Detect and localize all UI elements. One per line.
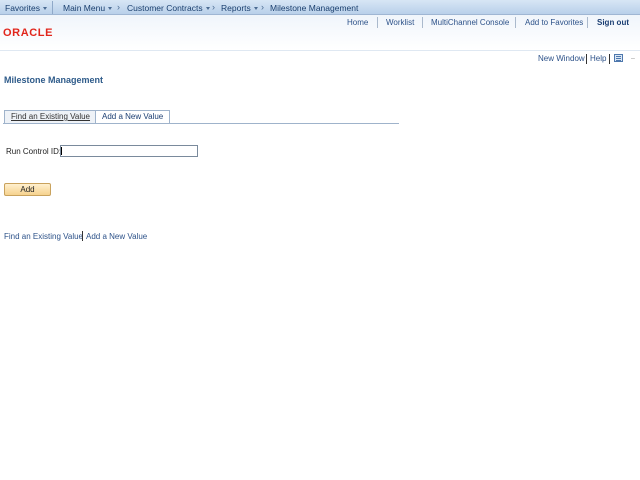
breadcrumb-milestone-management[interactable]: Milestone Management (270, 3, 358, 13)
tab-underline (3, 123, 399, 124)
sign-out-link[interactable]: Sign out (597, 18, 629, 27)
utility-divider (586, 54, 587, 64)
new-window-link[interactable]: New Window (538, 54, 585, 63)
run-control-id-input[interactable] (60, 145, 198, 157)
multichannel-console-link[interactable]: MultiChannel Console (431, 18, 509, 27)
top-navigation-bar: Favorites Main Menu › Customer Contracts… (0, 0, 640, 15)
main-menu-label: Main Menu (63, 3, 106, 13)
tab-label: Find an Existing Value (11, 112, 91, 121)
tab-add-new-value[interactable]: Add a New Value (95, 110, 171, 123)
breadcrumb-label: Reports (221, 3, 251, 13)
worklist-link[interactable]: Worklist (386, 18, 414, 27)
header-divider (377, 17, 378, 28)
chevron-right-icon: › (212, 2, 215, 12)
home-link[interactable]: Home (347, 18, 368, 27)
favorites-label: Favorites (5, 3, 40, 13)
breadcrumb-label: Milestone Management (270, 3, 359, 13)
breadcrumb-customer-contracts[interactable]: Customer Contracts (127, 3, 210, 13)
chevron-right-icon: › (117, 2, 120, 12)
customize-page-icon[interactable] (614, 54, 623, 62)
page-title: Milestone Management (4, 75, 104, 85)
page-header: ORACLE Home Worklist MultiChannel Consol… (0, 15, 640, 51)
link-divider (82, 231, 83, 241)
tab-find-existing-value[interactable]: Find an Existing Value (4, 110, 98, 123)
add-button[interactable]: Add (4, 183, 51, 196)
breadcrumb-label: Customer Contracts (127, 3, 203, 13)
text-cursor (61, 147, 62, 155)
utility-divider (609, 54, 610, 64)
main-menu[interactable]: Main Menu (63, 3, 113, 13)
chevron-down-icon (42, 7, 47, 10)
collapse-icon[interactable]: – (631, 55, 635, 62)
chevron-down-icon (253, 7, 258, 10)
add-new-value-link[interactable]: Add a New Value (86, 232, 147, 241)
chevron-down-icon (108, 7, 113, 10)
tab-label: Add a New Value (102, 112, 164, 121)
header-divider (587, 17, 588, 28)
favorites-menu[interactable]: Favorites (5, 3, 47, 13)
nav-divider (52, 1, 53, 14)
chevron-down-icon (205, 7, 210, 10)
breadcrumb-reports[interactable]: Reports (221, 3, 258, 13)
help-link[interactable]: Help (590, 54, 606, 63)
find-existing-value-link[interactable]: Find an Existing Value (4, 232, 83, 241)
header-divider (422, 17, 423, 28)
add-to-favorites-link[interactable]: Add to Favorites (525, 18, 583, 27)
chevron-right-icon: › (261, 2, 264, 12)
header-divider (515, 17, 516, 28)
oracle-logo: ORACLE (3, 27, 54, 39)
run-control-id-label: Run Control ID: (6, 147, 62, 156)
